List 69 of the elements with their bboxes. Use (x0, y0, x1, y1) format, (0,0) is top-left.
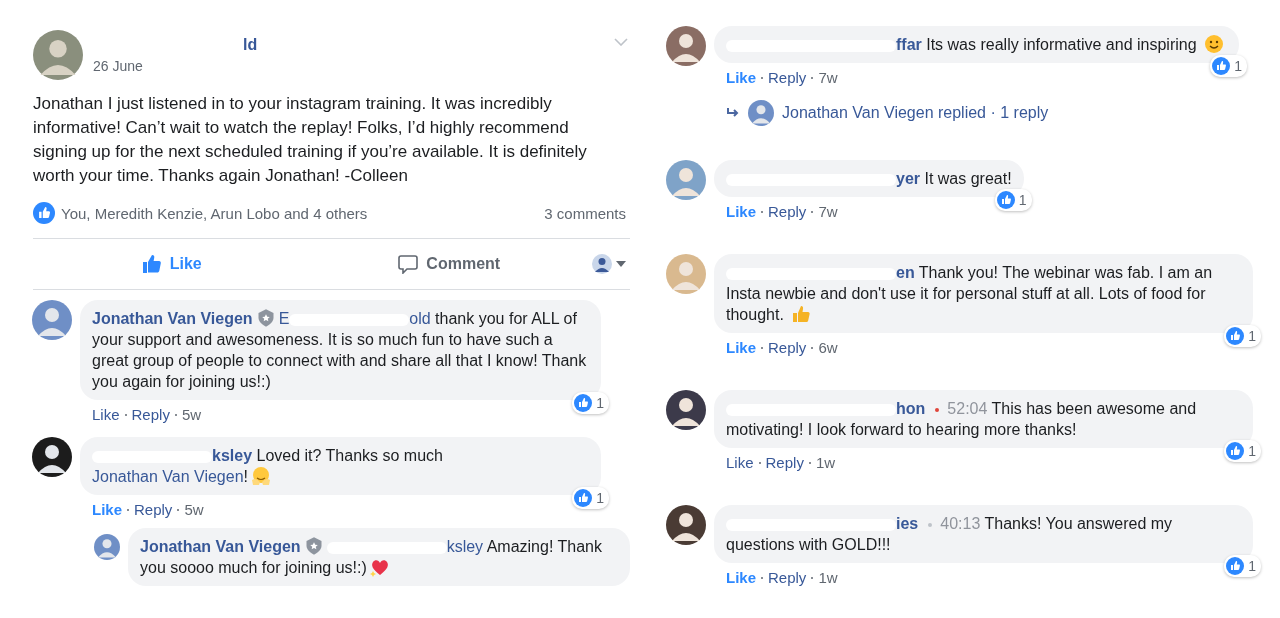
reaction-count[interactable]: 1 (572, 392, 609, 414)
comment-time[interactable]: 5w (181, 406, 202, 423)
author-name[interactable]: Jonathan Van Viegen (140, 538, 301, 555)
comment-text: en Thank you! The webinar was fab. I am an Insta newbie and don't use it for personal stuff at all. Lots of food for thought. (726, 263, 1214, 325)
author-name[interactable]: yer (896, 170, 921, 187)
like-button[interactable]: Like (33, 246, 311, 282)
comment-text: Jonathan Van Viegen E old thank you for ALL of your support and awesomeness. It is so much fun to have such a great group of people to connect with and share all that I know! Thank you again for joining us!:) (92, 308, 588, 392)
comment-time[interactable]: 5w (184, 501, 204, 518)
avatar[interactable] (666, 505, 706, 545)
author-name[interactable]: ksley (212, 447, 253, 464)
mention-link[interactable]: ksley (446, 538, 484, 555)
post-text: Jonathan I just listened in to your instagram training. It was incredibly informative! Can’t wait to watch the replay! Folks, I’d highly recommend signing up for the next scheduled training if you’re available. It is definitely worth your time. Thanks again Jonathan! -Colleen (33, 93, 588, 187)
reply-link[interactable]: Reply (768, 69, 807, 86)
reaction-count[interactable]: 1 (572, 487, 609, 509)
comment-text: hon 52:04 This has been awesome and motivating! I look forward to hearing more thanks! (726, 399, 1198, 440)
thumbs-up-icon (791, 304, 812, 324)
like-link[interactable]: Like (726, 454, 754, 471)
comment-time[interactable]: 6w (818, 339, 838, 356)
reaction-count[interactable]: 1 (1210, 55, 1247, 77)
comment-time[interactable]: 7w (818, 69, 838, 86)
mention-link[interactable]: Jonathan Van Viegen (92, 468, 244, 485)
reply-link[interactable]: Reply (768, 339, 807, 356)
comment-text: ies 40:13 Thanks! You answered my questions with GOLD!!! (726, 514, 1174, 555)
mention-link[interactable]: old (409, 310, 431, 327)
chevron-icon[interactable] (614, 38, 628, 46)
reply-link[interactable]: Reply (131, 406, 170, 423)
reaction-count[interactable]: 1 (1224, 555, 1261, 577)
like-icon (33, 202, 55, 224)
like-link[interactable]: Like (726, 339, 756, 356)
comment-button[interactable]: Comment (310, 246, 588, 282)
comment-time[interactable]: 1w (818, 569, 838, 586)
mention-link[interactable]: E (278, 310, 290, 327)
reaction-count[interactable]: 1 (1224, 440, 1261, 462)
like-link[interactable]: Like (726, 569, 756, 586)
reply-link[interactable]: Reply (768, 569, 807, 586)
reply-arrow-icon (726, 107, 740, 119)
like-link[interactable]: Like (726, 69, 756, 86)
caret-icon (616, 261, 626, 267)
reaction-count[interactable]: 1 (994, 189, 1032, 211)
reply-link[interactable]: Reply (134, 501, 173, 518)
comment-text: ffar Its was really informative and inspiring (726, 34, 1227, 55)
comment-text: yer It was great! (726, 168, 1012, 189)
comment-count[interactable]: 3 comments (544, 204, 626, 222)
like-link[interactable]: Like (92, 406, 120, 423)
avatar[interactable] (32, 437, 72, 477)
comment-time[interactable]: 7w (818, 203, 838, 220)
heart-emoji-icon (369, 557, 390, 577)
hug-emoji-icon (251, 466, 271, 486)
like-link[interactable]: Like (726, 203, 756, 220)
speech-bubble-icon (398, 254, 419, 274)
reaction-count[interactable]: 1 (1224, 325, 1261, 347)
avatar[interactable] (666, 390, 706, 430)
author-name[interactable]: ies (896, 515, 919, 532)
comment-time[interactable]: 1w (815, 454, 836, 471)
post-date[interactable]: 26 June (93, 58, 604, 74)
author-name[interactable]: ffar (896, 36, 922, 53)
smile-emoji-icon (1204, 34, 1224, 54)
author-name[interactable]: en (896, 264, 915, 281)
author-name[interactable]: hon (896, 400, 926, 417)
comment-text: ksley Loved it? Thanks so much Jonathan Van Viegen! (92, 446, 444, 487)
reply-link[interactable]: Reply (768, 203, 807, 220)
author-name[interactable]: ld (243, 36, 258, 54)
thumbs-up-icon (141, 254, 162, 274)
reply-link[interactable]: Reply (765, 454, 804, 471)
replies-link[interactable]: Jonathan Van Viegen replied · 1 reply (782, 104, 1049, 122)
author-name[interactable]: Jonathan Van Viegen (92, 310, 253, 327)
comment-text: Jonathan Van Viegen ksley Amazing! Thank you soooo much for joining us!:) (140, 536, 603, 578)
like-link[interactable]: Like (92, 501, 122, 518)
reaction-summary[interactable]: You, Meredith Kenzie, Arun Lobo and 4 others (61, 204, 539, 222)
